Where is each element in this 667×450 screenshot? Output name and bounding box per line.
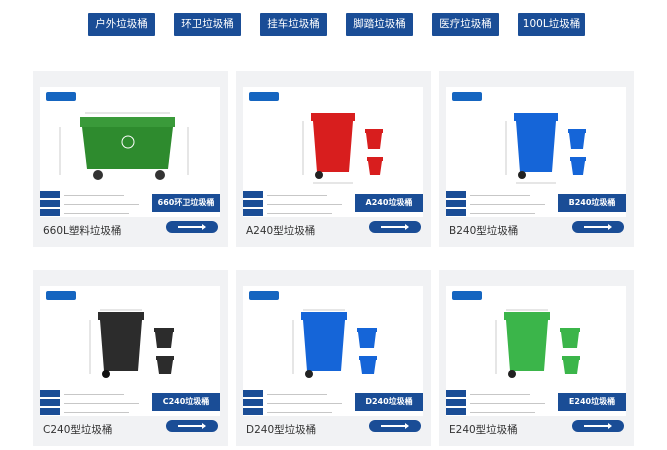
model-badge: D240垃圾桶 xyxy=(355,393,423,411)
product-name[interactable]: B240型垃圾桶 xyxy=(449,223,518,238)
tab-trailer-bins[interactable]: 挂车垃圾桶 xyxy=(260,13,327,36)
product-card[interactable]: C240垃圾桶 C240型垃圾桶 xyxy=(33,270,228,446)
bin-illustration-icon xyxy=(292,309,377,378)
more-button[interactable] xyxy=(166,221,218,233)
model-badge: E240垃圾桶 xyxy=(558,393,626,411)
tab-outdoor-bins[interactable]: 户外垃圾桶 xyxy=(88,13,155,36)
spec-table: D240垃圾桶 xyxy=(243,389,423,416)
product-name[interactable]: E240型垃圾桶 xyxy=(449,422,518,437)
product-name[interactable]: D240型垃圾桶 xyxy=(246,422,316,437)
product-card[interactable]: B240垃圾桶 B240型垃圾桶 xyxy=(439,71,634,247)
bin-illustration-icon xyxy=(505,113,586,184)
product-image xyxy=(446,87,626,190)
bin-illustration-icon xyxy=(89,309,174,378)
product-card[interactable]: D240垃圾桶 D240型垃圾桶 xyxy=(236,270,431,446)
product-image xyxy=(40,87,220,190)
more-button[interactable] xyxy=(572,420,624,432)
more-button[interactable] xyxy=(572,221,624,233)
tab-medical-bins[interactable]: 医疗垃圾桶 xyxy=(432,13,499,36)
model-badge: B240垃圾桶 xyxy=(558,194,626,212)
product-card[interactable]: A240垃圾桶 A240型垃圾桶 xyxy=(236,71,431,247)
product-image xyxy=(446,286,626,389)
spec-table: 660环卫垃圾桶 xyxy=(40,190,220,217)
model-badge: 660环卫垃圾桶 xyxy=(152,194,220,212)
arrow-right-icon xyxy=(584,423,612,429)
spec-table: E240垃圾桶 xyxy=(446,389,626,416)
bin-illustration-icon xyxy=(59,112,189,180)
tab-sanitation-bins[interactable]: 环卫垃圾桶 xyxy=(174,13,241,36)
tab-100l-bins[interactable]: 100L垃圾桶 xyxy=(518,13,585,36)
arrow-right-icon xyxy=(584,224,612,230)
product-name[interactable]: C240型垃圾桶 xyxy=(43,422,112,437)
product-image xyxy=(40,286,220,389)
arrow-right-icon xyxy=(178,423,206,429)
spec-table: A240垃圾桶 xyxy=(243,190,423,217)
product-name[interactable]: A240型垃圾桶 xyxy=(246,223,315,238)
tab-pedal-bins[interactable]: 脚踏垃圾桶 xyxy=(346,13,413,36)
bin-illustration-icon xyxy=(495,309,580,378)
more-button[interactable] xyxy=(369,221,421,233)
product-image xyxy=(243,87,423,190)
arrow-right-icon xyxy=(381,224,409,230)
spec-table: B240垃圾桶 xyxy=(446,190,626,217)
spec-table: C240垃圾桶 xyxy=(40,389,220,416)
model-badge: C240垃圾桶 xyxy=(152,393,220,411)
model-badge: A240垃圾桶 xyxy=(355,194,423,212)
bin-illustration-icon xyxy=(302,113,383,184)
arrow-right-icon xyxy=(178,224,206,230)
product-name[interactable]: 660L塑料垃圾桶 xyxy=(43,223,121,238)
product-card[interactable]: E240垃圾桶 E240型垃圾桶 xyxy=(439,270,634,446)
arrow-right-icon xyxy=(381,423,409,429)
product-image xyxy=(243,286,423,389)
more-button[interactable] xyxy=(369,420,421,432)
more-button[interactable] xyxy=(166,420,218,432)
product-card[interactable]: 660环卫垃圾桶 660L塑料垃圾桶 xyxy=(33,71,228,247)
